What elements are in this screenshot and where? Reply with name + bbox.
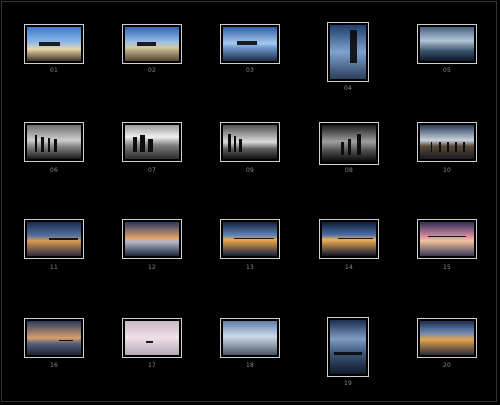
thumbnail-10[interactable] [417,122,477,162]
thumbnail-number: 15 [442,264,452,271]
thumbnail-number: 01 [49,67,59,74]
thumbnail-19[interactable] [327,317,369,377]
thumbnail-number: 09 [245,167,255,174]
thumbnail-07[interactable] [122,122,182,162]
thumbnail-number: 19 [343,380,353,387]
thumbnail-13[interactable] [220,219,280,259]
thumbnail-number: 11 [49,264,59,271]
thumbnail-09[interactable] [220,122,280,162]
thumbnail-18[interactable] [220,318,280,358]
thumbnail-number: 02 [147,67,157,74]
thumbnail-15[interactable] [417,219,477,259]
thumbnail-number: 13 [245,264,255,271]
thumbnail-20[interactable] [417,318,477,358]
thumbnail-04[interactable] [327,22,369,82]
contact-sheet-grid: 01 02 03 04 05 06 07 09 08 10 11 12 13 1… [0,0,500,405]
thumbnail-12[interactable] [122,219,182,259]
thumbnail-number: 08 [344,167,354,174]
thumbnail-number: 10 [442,167,452,174]
thumbnail-16[interactable] [24,318,84,358]
thumbnail-number: 12 [147,264,157,271]
thumbnail-number: 05 [442,67,452,74]
thumbnail-11[interactable] [24,219,84,259]
thumbnail-02[interactable] [122,24,182,64]
thumbnail-number: 07 [147,167,157,174]
thumbnail-number: 04 [343,85,353,92]
thumbnail-17[interactable] [122,318,182,358]
thumbnail-number: 03 [245,67,255,74]
thumbnail-number: 14 [344,264,354,271]
thumbnail-number: 16 [49,362,59,369]
thumbnail-05[interactable] [417,24,477,64]
thumbnail-number: 18 [245,362,255,369]
thumbnail-08[interactable] [319,122,379,165]
thumbnail-number: 17 [147,362,157,369]
thumbnail-14[interactable] [319,219,379,259]
thumbnail-01[interactable] [24,24,84,64]
thumbnail-06[interactable] [24,122,84,162]
thumbnail-number: 06 [49,167,59,174]
thumbnail-03[interactable] [220,24,280,64]
thumbnail-number: 20 [442,362,452,369]
